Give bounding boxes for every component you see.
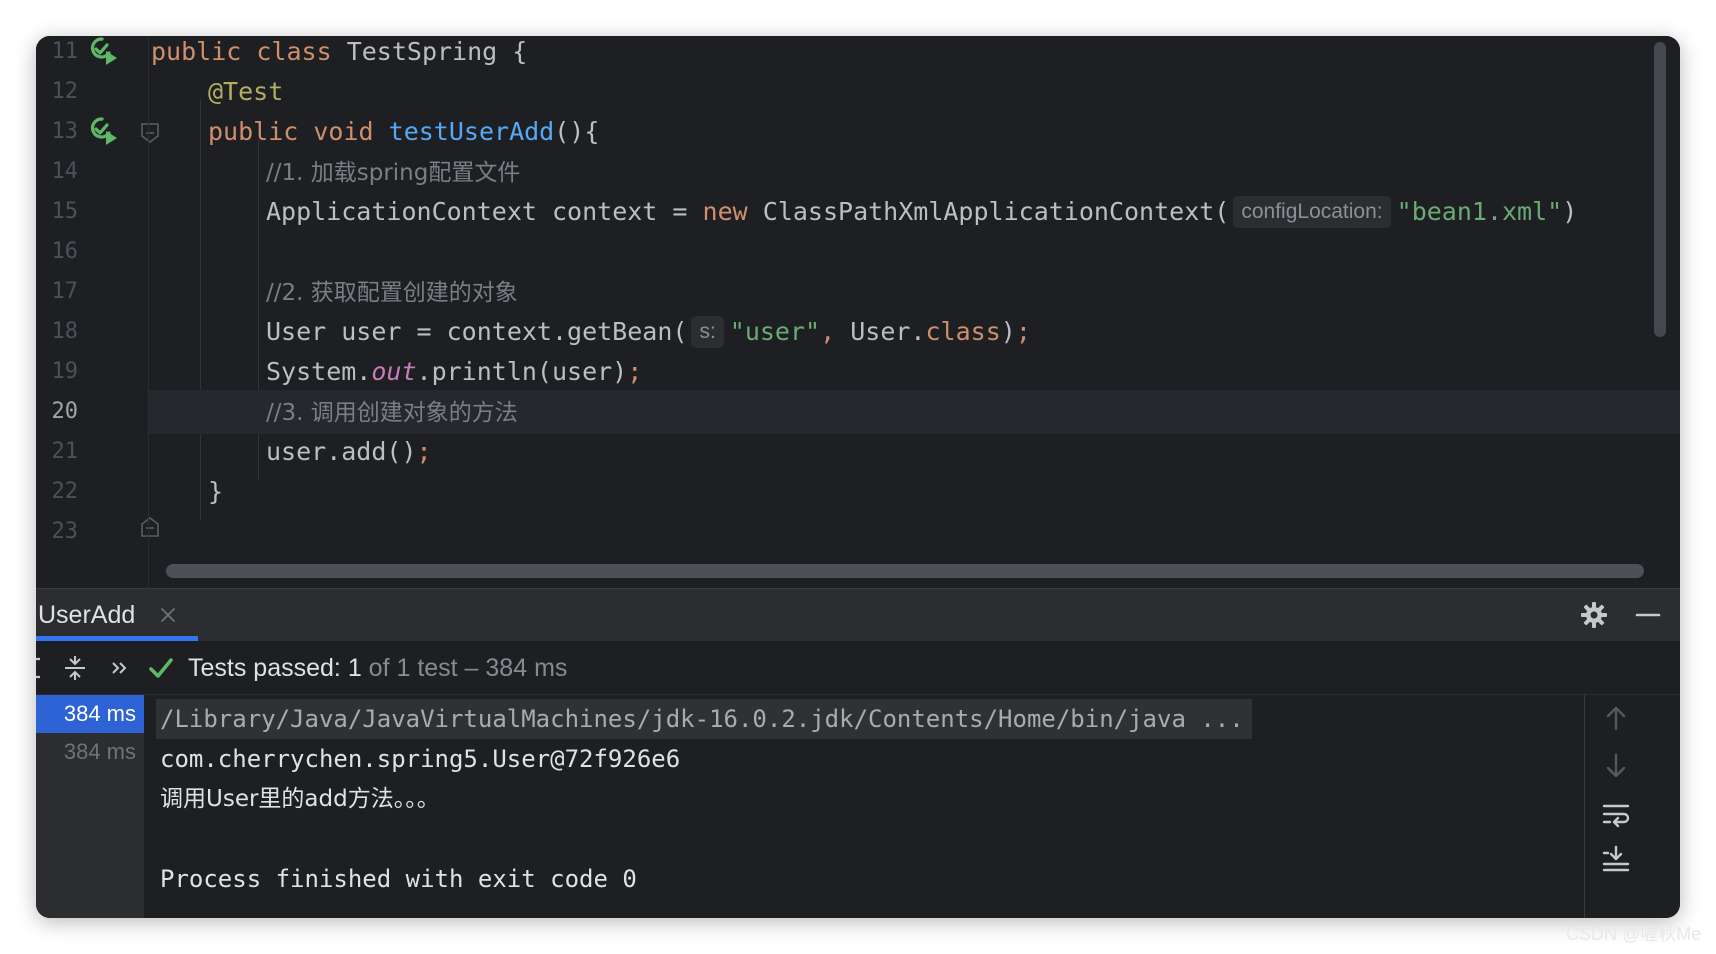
test-toolbar: Tests passed: 1 of 1 test – 384 ms	[36, 642, 1680, 695]
variable: context	[552, 197, 658, 226]
keyword: new	[702, 197, 748, 226]
line-number: 23	[51, 519, 79, 544]
test-tree: 384 ms 384 ms	[36, 695, 144, 918]
string-literal: "bean1.xml"	[1396, 197, 1563, 226]
horizontal-scrollbar[interactable]	[166, 564, 1644, 578]
code-line-17: //2. 获取配置创建的对象	[266, 270, 1680, 314]
minimize-icon[interactable]	[1634, 601, 1662, 629]
test-status: Tests passed: 1 of 1 test – 384 ms	[188, 642, 567, 694]
console-line: com.cherrychen.spring5.User@72f926e6	[160, 745, 681, 773]
run-test-icon[interactable]	[86, 114, 118, 146]
editor-gutter: 11 12 13 14 15 16 17 18 19 20 21 22 23	[36, 36, 159, 588]
method-name: testUserAdd	[388, 117, 555, 146]
code-line-15: ApplicationContext context = new ClassPa…	[266, 190, 1680, 234]
line-number: 18	[51, 319, 79, 344]
console-separator	[1584, 695, 1585, 918]
tab-useradd[interactable]: UserAdd	[36, 589, 145, 641]
gear-icon[interactable]	[1580, 601, 1608, 629]
more-icon[interactable]	[106, 655, 132, 681]
line-number: 19	[51, 359, 79, 384]
code-area[interactable]: public class TestSpring { @Test public v…	[149, 36, 1680, 588]
run-tab-bar: UserAdd	[36, 589, 1680, 641]
class-name: TestSpring	[346, 37, 498, 66]
keyword: public	[208, 117, 299, 146]
status-detail: of 1 test – 384 ms	[368, 654, 568, 682]
code-line-13: public void testUserAdd(){	[208, 110, 1680, 154]
line-number-current: 20	[51, 399, 79, 424]
code-punct: ;	[1015, 317, 1031, 346]
keyword: class	[925, 317, 1001, 346]
static-field: out	[371, 357, 417, 386]
scroll-to-end-icon[interactable]	[1601, 845, 1631, 875]
line-number: 12	[51, 79, 79, 104]
line-number: 14	[51, 159, 79, 184]
status-count: 1	[347, 654, 362, 682]
run-tool-window: UserAdd Tests passed: 1 of 1 test – 384 …	[36, 588, 1680, 918]
code-line-11: public class TestSpring {	[151, 36, 1680, 74]
console-command-line[interactable]: /Library/Java/JavaVirtualMachines/jdk-16…	[156, 699, 1252, 739]
parameter-hint: configLocation:	[1233, 196, 1391, 228]
code-text: user.add()	[266, 437, 417, 466]
code-line-20-current: //3. 调用创建对象的方法	[149, 390, 1680, 434]
expand-icon[interactable]	[36, 655, 52, 681]
code-text: System.	[266, 357, 372, 386]
keyword: void	[313, 117, 374, 146]
vertical-scrollbar[interactable]	[1654, 42, 1666, 337]
test-tree-item[interactable]: 384 ms	[36, 733, 144, 771]
arrow-up-icon[interactable]	[1601, 703, 1631, 733]
code-text: User user = context.getBean(	[266, 317, 688, 346]
ide-window: 11 12 13 14 15 16 17 18 19 20 21 22 23 p…	[36, 36, 1680, 918]
code-line-21: user.add();	[266, 430, 1680, 474]
code-line-18: User user = context.getBean(s: "user", Us…	[266, 310, 1680, 354]
operator: =	[672, 197, 688, 226]
brace: }	[208, 477, 224, 506]
tab-label: UserAdd	[38, 601, 136, 629]
code-punct: (){	[554, 117, 600, 146]
console-line: 调用User里的add方法。。。	[160, 786, 440, 812]
line-number: 11	[51, 39, 79, 64]
code-punct: ,	[820, 317, 836, 346]
string-literal: "user"	[729, 317, 821, 346]
code-line-14: //1. 加载spring配置文件	[266, 150, 1680, 194]
indent-guide	[200, 100, 201, 520]
keyword: class	[256, 37, 332, 66]
check-icon	[149, 658, 173, 678]
status-passed-label: Tests passed:	[188, 654, 341, 682]
code-text: .println(user)	[416, 357, 628, 386]
annotation: @Test	[208, 77, 284, 106]
keyword: public	[151, 37, 242, 66]
comment: //3. 调用创建对象的方法	[266, 400, 518, 426]
line-number: 16	[51, 239, 79, 264]
comment: //1. 加载spring配置文件	[266, 160, 521, 186]
code-line-22: }	[208, 470, 1680, 514]
line-number: 13	[51, 119, 79, 144]
code-punct: )	[1000, 317, 1016, 346]
close-icon[interactable]	[158, 605, 178, 625]
collapse-all-icon[interactable]	[62, 655, 88, 681]
code-line-19: System.out.println(user);	[266, 350, 1680, 394]
code-punct: )	[1562, 197, 1578, 226]
code-punct: ;	[627, 357, 643, 386]
active-tab-indicator	[36, 636, 198, 641]
code-text: User.	[850, 317, 926, 346]
code-punct: ;	[416, 437, 432, 466]
soft-wrap-icon[interactable]	[1601, 799, 1631, 829]
brace: {	[512, 37, 528, 66]
parameter-hint: s:	[691, 316, 724, 348]
test-tree-item-selected[interactable]: 384 ms	[36, 695, 144, 733]
run-test-icon[interactable]	[86, 36, 118, 66]
line-number: 17	[51, 279, 79, 304]
code-editor[interactable]: 11 12 13 14 15 16 17 18 19 20 21 22 23 p…	[36, 36, 1680, 588]
line-number: 21	[51, 439, 79, 464]
arrow-down-icon[interactable]	[1601, 751, 1631, 781]
line-number: 15	[51, 199, 79, 224]
type-name: ApplicationContext	[266, 197, 537, 226]
watermark: CSDN @喔秋Me	[1566, 924, 1702, 944]
line-number: 22	[51, 479, 79, 504]
constructor: ClassPathXmlApplicationContext(	[762, 197, 1230, 226]
console-output[interactable]: /Library/Java/JavaVirtualMachines/jdk-16…	[144, 695, 1624, 918]
console-line: Process finished with exit code 0	[160, 865, 637, 893]
code-line-12: @Test	[208, 70, 1680, 114]
comment: //2. 获取配置创建的对象	[266, 280, 518, 306]
